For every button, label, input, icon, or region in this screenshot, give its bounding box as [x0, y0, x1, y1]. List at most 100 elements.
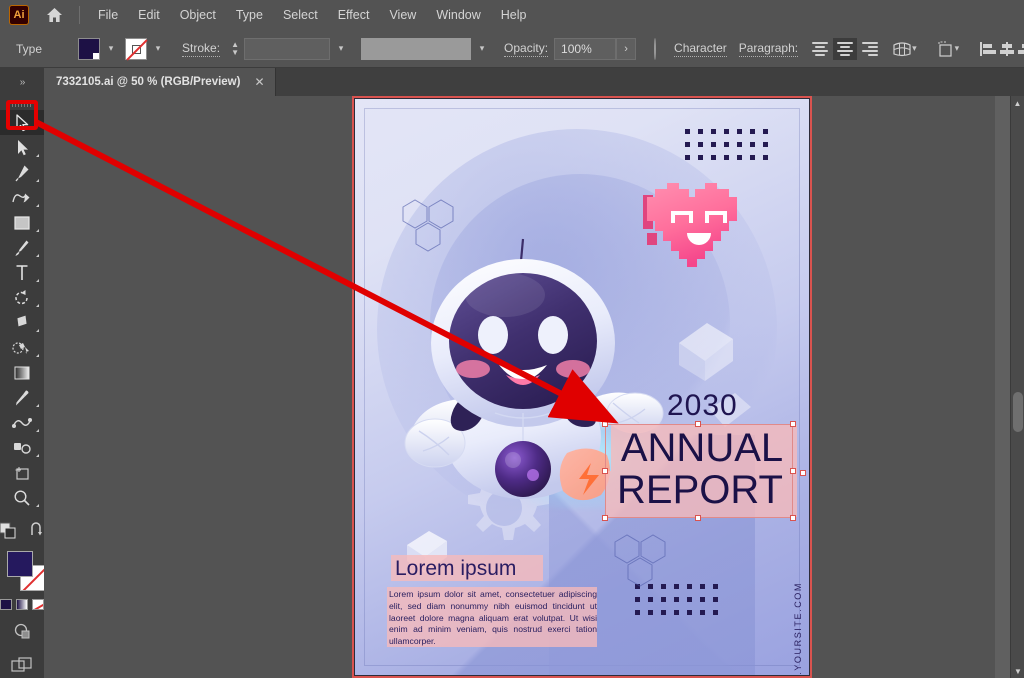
selected-object-type: Type [16, 42, 42, 56]
hexagon-decoration-bottom [605, 534, 681, 596]
selection-handle-bc[interactable] [695, 515, 701, 521]
none-swatch[interactable] [32, 599, 44, 610]
eraser-tool[interactable] [0, 310, 44, 335]
poster-body[interactable]: Lorem ipsum dolor sit amet, consectetuer… [389, 589, 597, 648]
right-panel-strip [995, 96, 1010, 678]
pixel-heart-icon[interactable] [639, 171, 754, 281]
menu-item-view[interactable]: View [379, 4, 426, 26]
poster-year[interactable]: 2030 [667, 389, 738, 423]
fill-stroke-indicator[interactable] [0, 549, 44, 595]
rotate-tool[interactable] [0, 285, 44, 310]
home-icon[interactable] [39, 0, 69, 30]
stroke-profile-chevron-down-icon[interactable]: ▾ [474, 38, 490, 60]
eyedropper-tool[interactable] [0, 385, 44, 410]
control-bar: Type ▾ ▾ Stroke: ▲▼ ▾ ▾ Opacity: 100% › … [0, 30, 1024, 68]
envelope-distort-icon[interactable] [892, 38, 912, 60]
dot-grid-decoration [685, 129, 769, 167]
drawing-modes-icon[interactable] [13, 622, 31, 645]
stroke-label[interactable]: Stroke: [182, 41, 220, 57]
stroke-weight-chevron-down-icon[interactable]: ▾ [333, 38, 349, 60]
menu-item-file[interactable]: File [88, 4, 128, 26]
poster-title[interactable]: ANNUAL REPORT [613, 427, 791, 511]
align-left-edges-icon[interactable] [977, 38, 997, 60]
fill-chevron-down-icon[interactable]: ▾ [103, 38, 119, 60]
menu-item-edit[interactable]: Edit [128, 4, 170, 26]
menu-item-type[interactable]: Type [226, 4, 273, 26]
paragraph-label[interactable]: Paragraph: [739, 41, 798, 57]
color-swatch[interactable] [0, 599, 12, 610]
selection-handle-br[interactable] [790, 515, 796, 521]
menu-item-effect[interactable]: Effect [328, 4, 380, 26]
artboard[interactable]: 2030 ANNUAL REPORT Lorem ipsum Lorem [354, 98, 810, 676]
selection-handle-ml[interactable] [602, 468, 608, 474]
document-tab[interactable]: 7332105.ai @ 50 % (RGB/Preview) ✕ [44, 68, 276, 96]
tools-panel-grip[interactable] [0, 96, 44, 110]
stroke-weight-stepper[interactable]: ▲▼ [229, 38, 241, 60]
color-mode-row [0, 599, 44, 610]
gradient-swatch[interactable] [16, 599, 28, 610]
selection-handle-tc[interactable] [695, 421, 701, 427]
selection-handle-mr[interactable] [790, 468, 796, 474]
menu-item-window[interactable]: Window [426, 4, 490, 26]
opacity-expand-button[interactable]: › [616, 38, 636, 60]
stroke-weight-field[interactable] [244, 38, 330, 60]
align-text-center-icon[interactable] [833, 38, 857, 60]
vertical-scrollbar[interactable]: ▲ ▼ [1010, 96, 1024, 678]
fill-color-swatch[interactable] [78, 38, 100, 60]
artboard-tool[interactable] [0, 460, 44, 485]
selection-handle-tr[interactable] [790, 421, 796, 427]
change-screen-mode-icon[interactable] [11, 657, 33, 678]
document-tab-title: 7332105.ai @ 50 % (RGB/Preview) [56, 76, 240, 88]
opacity-input[interactable]: 100% [554, 38, 616, 60]
close-icon[interactable]: ✕ [254, 75, 264, 89]
curvature-tool[interactable] [0, 185, 44, 210]
selection-handle-anchor[interactable] [800, 470, 806, 476]
paintbrush-tool[interactable] [0, 235, 44, 260]
character-label[interactable]: Character [674, 41, 727, 57]
poster-title-line2: REPORT [609, 469, 791, 511]
blend-tool[interactable] [0, 410, 44, 435]
tools-panel [0, 96, 44, 678]
selection-tool[interactable] [0, 110, 44, 135]
selection-handle-tl[interactable] [602, 421, 608, 427]
menu-item-select[interactable]: Select [273, 4, 328, 26]
stroke-color-swatch[interactable] [125, 38, 147, 60]
canvas-area[interactable]: 2030 ANNUAL REPORT Lorem ipsum Lorem [44, 96, 995, 678]
scroll-up-arrow[interactable]: ▲ [1011, 96, 1024, 110]
pen-tool[interactable] [0, 160, 44, 185]
draw-normal-icon[interactable] [0, 522, 17, 545]
fill-swatch-tool[interactable] [7, 551, 33, 577]
recolor-artwork-icon[interactable] [654, 38, 656, 60]
swap-fill-stroke-icon[interactable] [29, 522, 45, 545]
shape-builder-tool[interactable] [0, 335, 44, 360]
direct-selection-tool[interactable] [0, 135, 44, 160]
type-tool[interactable] [0, 260, 44, 285]
align-text-right-icon[interactable] [858, 38, 882, 60]
panel-collapse-button[interactable]: » [0, 68, 44, 96]
menu-item-help[interactable]: Help [491, 4, 537, 26]
align-text-left-icon[interactable] [808, 38, 832, 60]
align-horizontal-center-icon[interactable] [997, 38, 1017, 60]
poster-heading[interactable]: Lorem ipsum [395, 557, 516, 581]
menu-item-object[interactable]: Object [170, 4, 226, 26]
opacity-label[interactable]: Opacity: [504, 41, 548, 57]
zoom-tool[interactable] [0, 485, 44, 510]
poster-website[interactable]: .YOURSITE.COM [793, 582, 803, 675]
stroke-chevron-down-icon[interactable]: ▾ [150, 38, 166, 60]
menu-bar: Ai File Edit Object Type Select Effect V… [0, 0, 1024, 30]
stroke-profile-field[interactable] [361, 38, 471, 60]
floating-cube-2 [673, 317, 743, 387]
align-right-edges-icon[interactable] [1017, 38, 1024, 60]
app-logo[interactable]: Ai [9, 5, 29, 25]
poster-title-line1: ANNUAL [621, 426, 783, 470]
scrollbar-thumb[interactable] [1013, 392, 1023, 432]
gradient-tool[interactable] [0, 360, 44, 385]
selection-handle-bl[interactable] [602, 515, 608, 521]
rectangle-tool[interactable] [0, 210, 44, 235]
transform-icon[interactable] [935, 38, 955, 60]
menu-divider [79, 6, 80, 24]
scroll-down-arrow[interactable]: ▼ [1011, 664, 1024, 678]
envelope-chevron-down-icon[interactable]: ▾ [912, 38, 917, 60]
transform-chevron-down-icon[interactable]: ▾ [955, 38, 960, 60]
symbol-sprayer-tool[interactable] [0, 435, 44, 460]
